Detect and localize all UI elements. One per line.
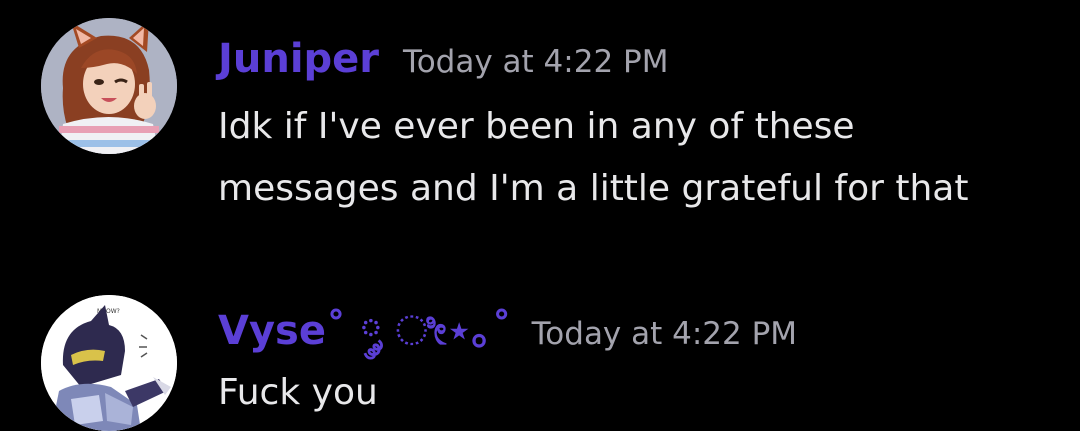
username[interactable]: Juniper [218, 30, 379, 88]
timestamp[interactable]: Today at 4:22 PM [403, 44, 668, 80]
message-vyse: MEOW? Vyse˚ ༘ ೀ⋆｡˚ Today at 4:22 PM Fuck… [0, 275, 1080, 431]
username[interactable]: Vyse˚ ༘ ೀ⋆｡˚ [218, 302, 512, 360]
message-content: Idk if I've ever been in any of these me… [218, 96, 968, 220]
message-juniper: Juniper Today at 4:22 PM Idk if I've eve… [0, 0, 1080, 250]
juniper-avatar[interactable] [41, 18, 177, 154]
timestamp[interactable]: Today at 4:22 PM [532, 316, 797, 352]
message-line: messages and I'm a little grateful for t… [218, 168, 969, 209]
message-line: Fuck you [218, 372, 378, 413]
message-line: Idk if I've ever been in any of these [218, 106, 855, 147]
vyse-avatar[interactable]: MEOW? [41, 295, 177, 431]
message-header: Vyse˚ ༘ ೀ⋆｡˚ Today at 4:22 PM [218, 302, 797, 360]
message-content: Fuck you [218, 362, 378, 424]
message-header: Juniper Today at 4:22 PM [218, 30, 668, 88]
